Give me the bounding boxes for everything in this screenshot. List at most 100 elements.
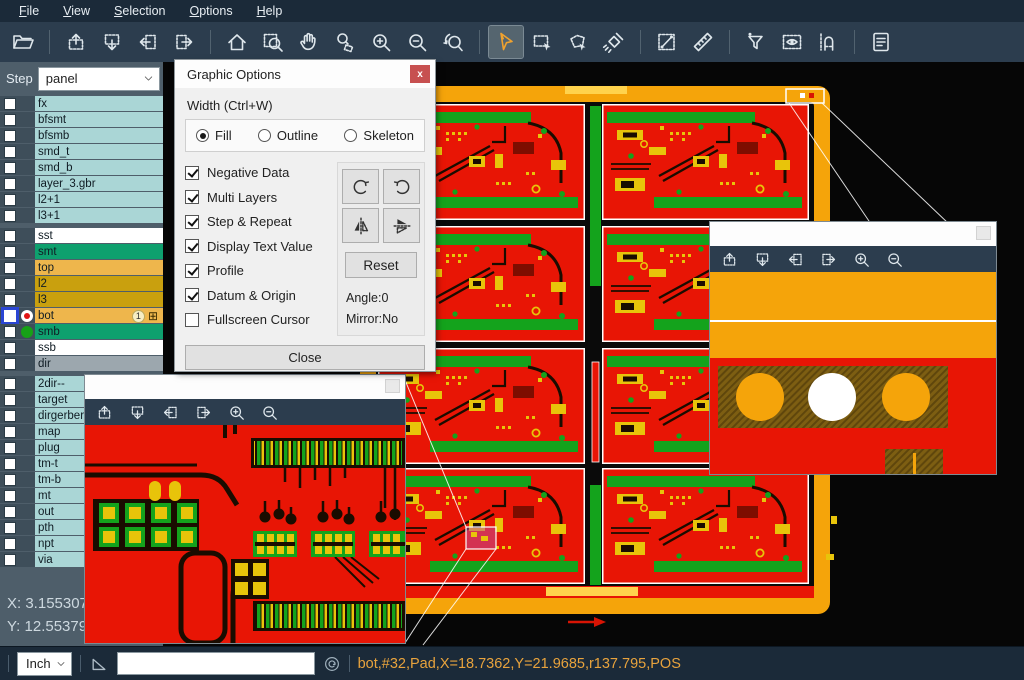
menu-item[interactable]: Selection <box>103 2 176 21</box>
zoom-detail-view[interactable] <box>710 272 996 474</box>
menu-item[interactable]: View <box>52 2 101 21</box>
radio-circle[interactable] <box>196 129 209 142</box>
menu-item[interactable]: Help <box>246 2 294 21</box>
layer-visibility-checkbox[interactable] <box>0 392 20 407</box>
window-tool-icon[interactable] <box>819 250 838 269</box>
zoom-out-button[interactable] <box>400 26 434 58</box>
layer-visibility-checkbox[interactable] <box>0 376 20 391</box>
report-button[interactable] <box>864 26 898 58</box>
layer-row[interactable]: bfsmt <box>0 112 163 127</box>
rotate-cw-button[interactable] <box>342 169 379 204</box>
layer-visibility-checkbox[interactable] <box>0 144 20 159</box>
window-tool-icon[interactable] <box>161 403 180 422</box>
clear-highlight-button[interactable] <box>597 26 631 58</box>
select-rectangle-button[interactable] <box>525 26 559 58</box>
window-button[interactable] <box>385 379 400 393</box>
checkbox[interactable] <box>185 288 199 302</box>
layer-row[interactable]: top <box>0 260 163 275</box>
dialog-title-bar[interactable]: Graphic Options x <box>175 60 435 88</box>
layer-row[interactable]: sst <box>0 228 163 243</box>
select-polygon-button[interactable] <box>561 26 595 58</box>
layer-row[interactable]: smd_t <box>0 144 163 159</box>
snap-button[interactable] <box>811 26 845 58</box>
layer-visibility-checkbox[interactable] <box>0 308 20 323</box>
move-view-up-button[interactable] <box>59 26 93 58</box>
flip-vertical-button[interactable] <box>383 208 420 243</box>
zoom-window-button[interactable] <box>256 26 290 58</box>
view-options-button[interactable] <box>775 26 809 58</box>
flip-horizontal-button[interactable] <box>342 208 379 243</box>
checkbox[interactable] <box>185 166 199 180</box>
layer-visibility-checkbox[interactable] <box>0 552 20 567</box>
dialog-close-button[interactable]: x <box>410 65 430 83</box>
window-tool-icon[interactable] <box>786 250 805 269</box>
layer-row[interactable]: layer_3.gbr <box>0 176 163 191</box>
close-button[interactable]: Close <box>185 345 425 370</box>
measure-distance-button[interactable] <box>650 26 684 58</box>
layer-visibility-checkbox[interactable] <box>0 356 20 371</box>
window-title-bar[interactable] <box>710 222 996 246</box>
checkbox[interactable] <box>185 239 199 253</box>
checkbox[interactable] <box>185 264 199 278</box>
layer-visibility-checkbox[interactable] <box>0 340 20 355</box>
layer-visibility-checkbox[interactable] <box>0 276 20 291</box>
layer-row[interactable]: l3+1 <box>0 208 163 223</box>
width-mode-radio[interactable]: Fill <box>196 128 232 143</box>
layer-visibility-checkbox[interactable] <box>0 456 20 471</box>
layer-row[interactable]: ssb <box>0 340 163 355</box>
layer-visibility-checkbox[interactable] <box>0 504 20 519</box>
window-button[interactable] <box>976 226 991 240</box>
move-view-right-button[interactable] <box>167 26 201 58</box>
menu-item[interactable]: File <box>8 2 50 21</box>
step-select[interactable]: panel <box>38 67 160 91</box>
layer-visibility-checkbox[interactable] <box>0 176 20 191</box>
window-tool-icon[interactable] <box>753 250 772 269</box>
window-tool-icon[interactable] <box>720 250 739 269</box>
layer-visibility-checkbox[interactable] <box>0 408 20 423</box>
layer-visibility-checkbox[interactable] <box>0 192 20 207</box>
command-input[interactable] <box>117 652 315 675</box>
layer-visibility-checkbox[interactable] <box>0 292 20 307</box>
checkbox[interactable] <box>185 215 199 229</box>
width-mode-radio[interactable]: Skeleton <box>344 128 414 143</box>
display-option-checkbox-row[interactable]: Fullscreen Cursor <box>185 312 329 327</box>
layer-visibility-checkbox[interactable] <box>0 488 20 503</box>
layer-row[interactable]: l2 <box>0 276 163 291</box>
window-tool-icon[interactable] <box>852 250 871 269</box>
rotate-ccw-button[interactable] <box>383 169 420 204</box>
display-option-checkbox-row[interactable]: Negative Data <box>185 165 329 180</box>
zoom-in-button[interactable] <box>364 26 398 58</box>
move-view-down-button[interactable] <box>95 26 129 58</box>
window-tool-icon[interactable] <box>227 403 246 422</box>
zoom-detail-view[interactable] <box>85 425 405 643</box>
display-option-checkbox-row[interactable]: Multi Layers <box>185 190 329 205</box>
move-view-left-button[interactable] <box>131 26 165 58</box>
window-tool-icon[interactable] <box>885 250 904 269</box>
display-option-checkbox-row[interactable]: Datum & Origin <box>185 288 329 303</box>
layer-row[interactable]: smb <box>0 324 163 339</box>
layer-row[interactable]: l3 <box>0 292 163 307</box>
pan-hand-button[interactable] <box>292 26 326 58</box>
display-option-checkbox-row[interactable]: Profile <box>185 263 329 278</box>
layer-visibility-checkbox[interactable] <box>0 440 20 455</box>
display-option-checkbox-row[interactable]: Step & Repeat <box>185 214 329 229</box>
unit-select[interactable]: Inch <box>17 652 72 676</box>
window-tool-icon[interactable] <box>128 403 147 422</box>
radio-circle[interactable] <box>258 129 271 142</box>
layer-visibility-checkbox[interactable] <box>0 128 20 143</box>
layer-visibility-checkbox[interactable] <box>0 520 20 535</box>
angle-measure-icon[interactable] <box>89 654 109 674</box>
checkbox[interactable] <box>185 313 199 327</box>
layer-visibility-checkbox[interactable] <box>0 96 20 111</box>
filter-button[interactable] <box>739 26 773 58</box>
window-tool-icon[interactable] <box>194 403 213 422</box>
layer-visibility-checkbox[interactable] <box>0 160 20 175</box>
window-tool-icon[interactable] <box>260 403 279 422</box>
zoom-selection-button[interactable] <box>328 26 362 58</box>
layer-visibility-checkbox[interactable] <box>0 324 20 339</box>
sync-icon[interactable] <box>323 655 341 673</box>
layer-row[interactable]: bot1⊞ <box>0 308 163 323</box>
layer-visibility-checkbox[interactable] <box>0 424 20 439</box>
open-file-button[interactable] <box>6 26 40 58</box>
layer-row[interactable]: bfsmb <box>0 128 163 143</box>
